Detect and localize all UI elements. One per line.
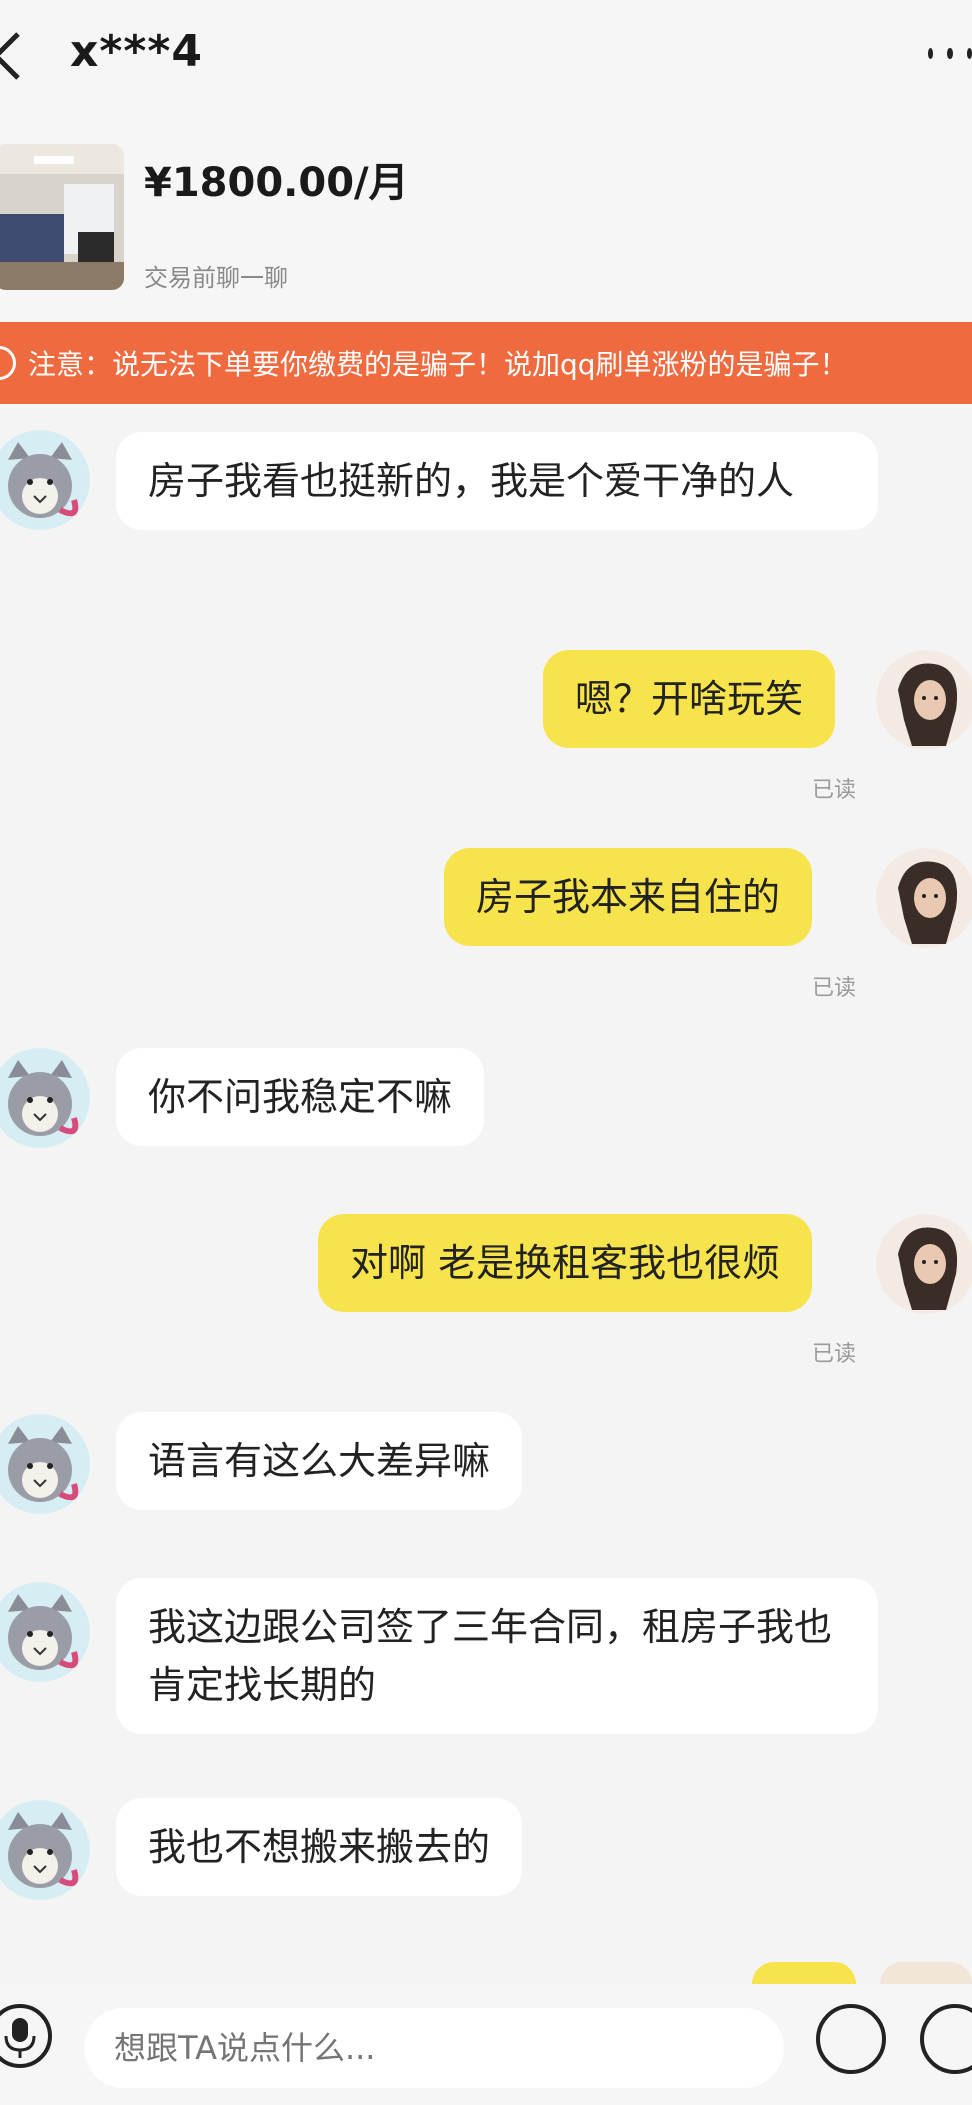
warning-text: 注意：说无法下单要你缴费的是骗子！说加qq刷单涨粉的是骗子！ xyxy=(28,348,848,381)
message-text: 语言有这么大差异嘛 xyxy=(148,1439,491,1483)
message-text: 房子我看也挺新的，我是个爱干净的人 xyxy=(148,459,795,503)
product-thumbnail[interactable] xyxy=(0,144,124,290)
read-status: 已读 xyxy=(812,1342,857,1367)
contact-avatar[interactable] xyxy=(0,1414,90,1514)
plus-icon[interactable] xyxy=(920,2004,972,2074)
contact-avatar[interactable] xyxy=(0,1800,90,1900)
chevron-left-icon[interactable] xyxy=(0,30,32,82)
message-bubble-incoming[interactable]: 我这边跟公司签了三年合同，租房子我也肯定找长期的 xyxy=(116,1578,878,1734)
message-text: 对啊 老是换租客我也很烦 xyxy=(350,1241,781,1285)
user-avatar[interactable] xyxy=(876,1214,972,1314)
product-price: ¥1800.00/月 xyxy=(144,160,409,206)
product-subtitle: 交易前聊一聊 xyxy=(144,264,288,292)
message-text: 我这边跟公司签了三年合同，租房子我也肯定找长期的 xyxy=(148,1605,833,1707)
message-bubble-incoming[interactable]: 我也不想搬来搬去的 xyxy=(116,1798,523,1896)
chat-header: x***4 xyxy=(0,0,972,112)
message-bubble-incoming[interactable]: 语言有这么大差异嘛 xyxy=(116,1412,523,1510)
more-dots-icon[interactable] xyxy=(928,48,972,62)
microphone-icon[interactable] xyxy=(0,2004,52,2068)
message-bubble-outgoing-partial[interactable] xyxy=(752,1962,856,1984)
message-text: 我也不想搬来搬去的 xyxy=(148,1825,491,1869)
message-input[interactable] xyxy=(84,2008,784,2088)
scam-warning-banner: 注意：说无法下单要你缴费的是骗子！说加qq刷单涨粉的是骗子！ xyxy=(0,322,972,404)
info-circle-icon xyxy=(0,346,16,380)
message-bubble-incoming[interactable]: 你不问我稳定不嘛 xyxy=(116,1048,485,1146)
contact-name: x***4 xyxy=(70,26,204,77)
message-bubble-outgoing[interactable]: 对啊 老是换租客我也很烦 xyxy=(318,1214,813,1312)
contact-avatar[interactable] xyxy=(0,1048,90,1148)
contact-avatar[interactable] xyxy=(0,1582,90,1682)
message-text: 你不问我稳定不嘛 xyxy=(148,1075,453,1119)
user-avatar-partial[interactable] xyxy=(880,1962,972,1984)
user-avatar[interactable] xyxy=(876,650,972,750)
read-status: 已读 xyxy=(812,976,857,1001)
message-text: 房子我本来自住的 xyxy=(476,875,781,919)
read-status: 已读 xyxy=(812,778,857,803)
message-bubble-outgoing[interactable]: 嗯？开啥玩笑 xyxy=(543,650,836,748)
user-avatar[interactable] xyxy=(876,848,972,948)
message-text: 嗯？开啥玩笑 xyxy=(575,677,804,721)
message-bubble-outgoing[interactable]: 房子我本来自住的 xyxy=(444,848,813,946)
contact-avatar[interactable] xyxy=(0,430,90,530)
emoji-icon[interactable] xyxy=(816,2004,886,2074)
message-bubble-incoming[interactable]: 房子我看也挺新的，我是个爱干净的人 xyxy=(116,432,878,530)
product-card[interactable]: ¥1800.00/月 交易前聊一聊 xyxy=(0,112,972,322)
message-input-bar xyxy=(0,1984,972,2105)
